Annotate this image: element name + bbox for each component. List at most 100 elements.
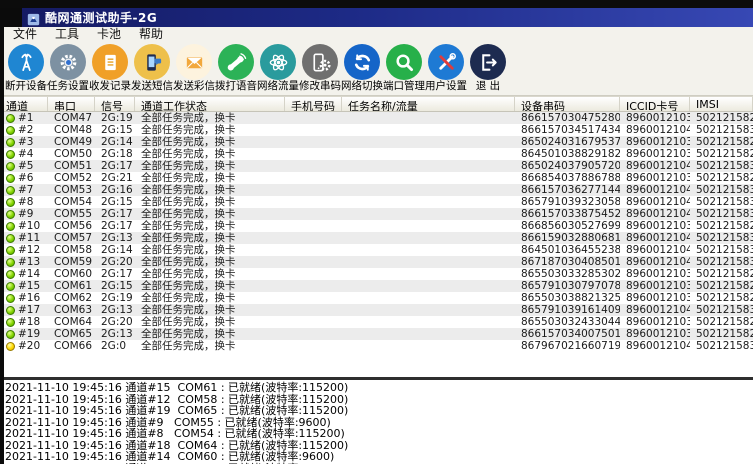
column-header-6[interactable]: 设备串码 <box>515 97 620 111</box>
cell-imsi: 50212158308... <box>696 340 753 352</box>
table-header-row: 通道 串口 信号 通道工作状态 手机号码 任务名称/流量 设备串码 ICCID卡号 IMSI <box>0 96 753 112</box>
cell-signal: 2G:20 <box>101 316 133 328</box>
table-body[interactable]: #1 COM47 2G:19 全部任务完成，换卡 866157030475280 8960… <box>0 112 753 377</box>
table-row[interactable]: #7 COM53 2G:16 全部任务完成，换卡 866157036277144 8960… <box>0 184 753 196</box>
table-row[interactable]: #9 COM55 2G:17 全部任务完成，换卡 866157033875452 8960… <box>0 208 753 220</box>
column-header-5[interactable]: 任务名称/流量 <box>342 97 515 111</box>
toolbar-button-label: 网络流量 <box>257 80 299 92</box>
menu-item-工具[interactable]: 工具 <box>46 27 88 42</box>
cell-com: COM49 <box>54 136 93 148</box>
cell-imsi: 50212158308... <box>696 124 753 136</box>
channel-table: 通道 串口 信号 通道工作状态 手机号码 任务名称/流量 设备串码 ICCID卡号 IMSI #… <box>0 96 753 377</box>
toolbar-button-port-search[interactable]: 端口管理 <box>383 44 425 93</box>
table-row[interactable]: #8 COM54 2G:15 全部任务完成，换卡 865791039323058 8960… <box>0 196 753 208</box>
table-row[interactable]: #2 COM48 2G:15 全部任务完成，换卡 866157034517434 8960… <box>0 124 753 136</box>
column-header-0[interactable]: 通道 <box>0 97 48 111</box>
toolbar-button-exit[interactable]: 退 出 <box>467 44 509 93</box>
table-row[interactable]: #1 COM47 2G:19 全部任务完成，换卡 866157030475280 8960… <box>0 112 753 124</box>
cell-serial: 865791030797078 <box>521 280 620 292</box>
table-row[interactable]: #19 COM65 2G:13 全部任务完成，换卡 866157034007501 896… <box>0 328 753 340</box>
menu-item-卡池[interactable]: 卡池 <box>88 27 130 42</box>
table-row[interactable]: #13 COM59 2G:20 全部任务完成，换卡 867187030408501 896… <box>0 256 753 268</box>
toolbar-button-atom-traffic[interactable]: 网络流量 <box>257 44 299 93</box>
table-row[interactable]: #16 COM62 2G:19 全部任务完成，换卡 865503038821325 896… <box>0 292 753 304</box>
status-led-green <box>6 137 15 147</box>
toolbar-button-network-switch[interactable]: 网络切换 <box>341 44 383 93</box>
table-row[interactable]: #6 COM52 2G:21 全部任务完成，换卡 866854037886788 8960… <box>0 172 753 184</box>
column-header-3[interactable]: 通道工作状态 <box>135 97 285 111</box>
cell-com: COM64 <box>54 316 93 328</box>
cell-iccid: 89600121038... <box>626 172 690 184</box>
table-row[interactable]: #11 COM57 2G:13 全部任务完成，换卡 866159032880681 896… <box>0 232 753 244</box>
toolbar-button-sms-phone[interactable]: 发送短信 <box>131 44 173 93</box>
cell-signal: 2G:17 <box>101 220 133 232</box>
table-row[interactable]: #4 COM50 2G:18 全部任务完成，换卡 864501038829182 8960… <box>0 148 753 160</box>
network-switch-icon <box>344 44 380 80</box>
table-row[interactable]: #5 COM51 2G:17 全部任务完成，换卡 865024037905720 8960… <box>0 160 753 172</box>
toolbar-button-gear[interactable]: 任务设置 <box>47 44 89 93</box>
toolbar-button-label: 断开设备 <box>5 80 47 92</box>
toolbar-button-label: 拨打语音 <box>215 80 257 92</box>
status-led-green <box>6 305 15 315</box>
column-header-4[interactable]: 手机号码 <box>285 97 342 111</box>
cell-signal: 2G:14 <box>101 136 133 148</box>
table-row[interactable]: #17 COM63 2G:13 全部任务完成，换卡 865791039161409 896… <box>0 304 753 316</box>
cell-signal: 2G:13 <box>101 304 133 316</box>
channel-label: #5 <box>18 160 34 172</box>
cell-status: 全部任务完成，换卡 <box>141 220 236 232</box>
document-icon <box>92 44 128 80</box>
table-row[interactable]: #14 COM60 2G:17 全部任务完成，换卡 865503033285302 896… <box>0 268 753 280</box>
column-header-7[interactable]: ICCID卡号 <box>620 97 690 111</box>
toolbar-button-antenna[interactable]: 断开设备 <box>5 44 47 93</box>
toolbar-button-user-tools[interactable]: 用户设置 <box>425 44 467 93</box>
table-row[interactable]: #10 COM56 2G:17 全部任务完成，换卡 866856030527699 896… <box>0 220 753 232</box>
cell-imsi: 50212158308... <box>696 196 753 208</box>
menu-item-文件[interactable]: 文件 <box>4 27 46 42</box>
cell-signal: 2G:21 <box>101 172 133 184</box>
voice-call-icon <box>218 44 254 80</box>
toolbar-button-voice-call[interactable]: 拨打语音 <box>215 44 257 93</box>
channel-label: #18 <box>18 316 41 328</box>
channel-label: #9 <box>18 208 34 220</box>
toolbar-button-document[interactable]: 收发记录 <box>89 44 131 93</box>
cell-serial: 866159032880681 <box>521 232 620 244</box>
table-row[interactable]: #3 COM49 2G:14 全部任务完成，换卡 865024031679537 8960… <box>0 136 753 148</box>
cell-imsi: 50212158208... <box>696 112 753 124</box>
table-row[interactable]: #15 COM61 2G:15 全部任务完成，换卡 865791030797078 896… <box>0 280 753 292</box>
cell-serial: 865791039323058 <box>521 196 620 208</box>
toolbar-button-envelope[interactable]: 发送彩信 <box>173 44 215 93</box>
table-row[interactable]: #20 COM66 2G:0 全部任务完成，换卡 867967021660719 8960… <box>0 340 753 352</box>
port-search-icon <box>386 44 422 80</box>
column-header-8[interactable]: IMSI <box>690 97 753 111</box>
cell-serial: 865024037905720 <box>521 160 620 172</box>
cell-channel: #20 <box>0 340 48 352</box>
title-bar[interactable]: 酷网通测试助手-2G <box>0 8 753 27</box>
cell-channel: #13 <box>0 256 48 268</box>
cell-status: 全部任务完成，换卡 <box>141 232 236 244</box>
table-row[interactable]: #18 COM64 2G:20 全部任务完成，换卡 865503032433044 896… <box>0 316 753 328</box>
cell-com: COM63 <box>54 304 93 316</box>
cell-status: 全部任务完成，换卡 <box>141 340 236 352</box>
cell-status: 全部任务完成，换卡 <box>141 280 236 292</box>
cell-iccid: 89600121048... <box>626 208 690 220</box>
status-led-green <box>6 197 15 207</box>
screen-left-edge <box>0 8 4 464</box>
cell-signal: 2G:13 <box>101 328 133 340</box>
toolbar-button-phone-gear[interactable]: 修改串码 <box>299 44 341 93</box>
column-header-2[interactable]: 信号 <box>95 97 135 111</box>
cell-iccid: 89600121048... <box>626 304 690 316</box>
menu-item-帮助[interactable]: 帮助 <box>130 27 172 42</box>
cell-channel: #7 <box>0 184 48 196</box>
user-tools-icon <box>428 44 464 80</box>
cell-iccid: 89600121048... <box>626 256 690 268</box>
cell-iccid: 89600121038... <box>626 280 690 292</box>
table-row[interactable]: #12 COM58 2G:14 全部任务完成，换卡 864501036455238 896… <box>0 244 753 256</box>
column-header-1[interactable]: 串口 <box>48 97 95 111</box>
cell-iccid: 89600121048... <box>626 244 690 256</box>
screen-top-edge <box>0 0 753 8</box>
cell-status: 全部任务完成，换卡 <box>141 196 236 208</box>
cell-serial: 867187030408501 <box>521 256 620 268</box>
cell-iccid: 89600121038... <box>626 136 690 148</box>
cell-signal: 2G:19 <box>101 112 133 124</box>
toolbar-button-label: 发送彩信 <box>173 80 215 92</box>
